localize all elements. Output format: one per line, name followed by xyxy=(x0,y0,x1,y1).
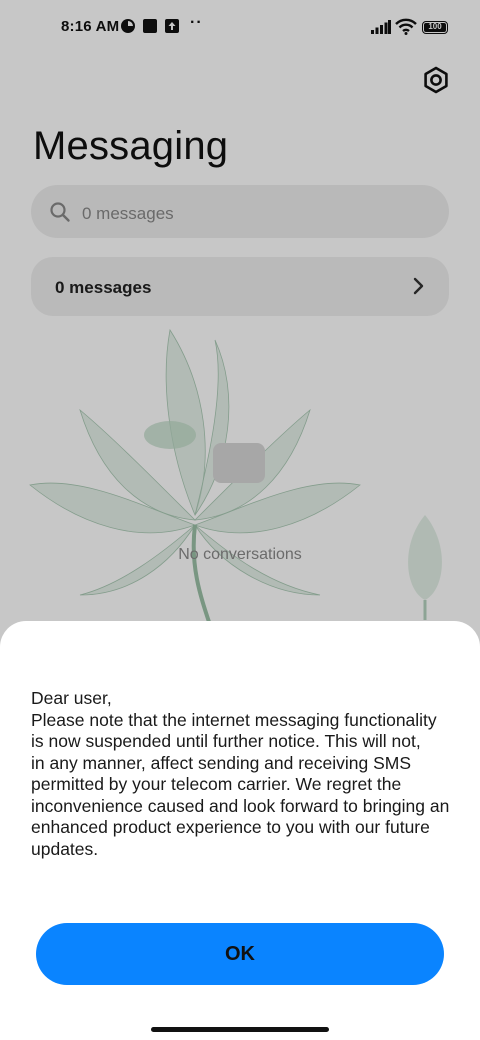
dialog-message: Dear user, Please note that the internet… xyxy=(31,688,461,860)
dialog-line: is now suspended until further notice. T… xyxy=(31,731,421,751)
dialog-line: in any manner, affect sending and receiv… xyxy=(31,752,412,773)
dialog-line: permitted by your telecom carrier. We re… xyxy=(31,774,402,794)
dialog-line: enhanced product experience to you with … xyxy=(31,817,430,837)
ok-button-label: OK xyxy=(225,943,255,965)
home-indicator[interactable] xyxy=(151,1027,329,1032)
dialog-line: inconvenience caused and look forward to… xyxy=(31,795,450,816)
messaging-app: 8:16 AM ·· 100 Messaging 0 messages 0 me… xyxy=(0,0,480,1040)
dialog-line: Dear user, xyxy=(31,688,112,708)
ok-button[interactable]: OK xyxy=(36,923,444,985)
dialog-line: Please note that the internet messaging … xyxy=(31,709,437,730)
dialog-line: updates. xyxy=(31,838,99,859)
notice-dialog: Dear user, Please note that the internet… xyxy=(0,621,480,1040)
